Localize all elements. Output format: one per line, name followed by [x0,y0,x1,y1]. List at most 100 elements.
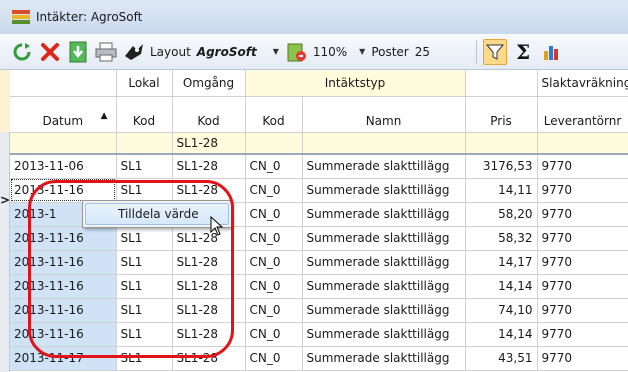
cell-leverantor[interactable]: 9770 [537,178,628,203]
cell-lokal[interactable]: SL1 [116,346,173,371]
cell-pris[interactable]: 43,51 [465,346,538,371]
cell-namn[interactable]: Summerade slakttillägg [302,178,466,203]
cell-datum[interactable]: 2013-11-16 [10,178,117,203]
table-row[interactable]: 2013-11-16 SL1 SL1-28 CN_0 Summerade slaktti… [10,226,628,251]
cell-pris[interactable]: 58,32 [465,226,538,251]
cell-namn[interactable]: Summerade slakttillägg [302,250,466,275]
layout-icon[interactable] [122,39,146,65]
group-header-omgang[interactable]: Omgång [172,70,246,97]
cell-leverantor[interactable]: 9770 [537,298,628,323]
cell-kod[interactable]: CN_0 [245,298,303,323]
refresh-icon[interactable] [10,39,34,65]
filter-cell-omgang[interactable]: SL1-28 [172,132,246,155]
cell-namn[interactable]: Summerade slakttillägg [302,154,466,179]
cell-namn[interactable]: Summerade slakttillägg [302,298,466,323]
print-icon[interactable] [94,39,118,65]
sum-icon[interactable]: Σ [511,39,535,65]
cell-leverantor[interactable]: 9770 [537,322,628,347]
filter-icon[interactable] [483,38,508,65]
delete-icon[interactable] [38,39,62,65]
chevron-down-icon[interactable]: ▼ [359,47,365,56]
cell-omgang[interactable]: SL1-28 [172,274,246,299]
cell-lokal[interactable]: SL1 [116,274,173,299]
column-header-leverantor[interactable]: Leverantörnr [537,96,628,133]
column-header-pris[interactable]: Pris [465,96,538,133]
cell-leverantor[interactable]: 9770 [537,226,628,251]
column-header-namn[interactable]: Namn [302,96,466,133]
cell-leverantor[interactable]: 9770 [537,346,628,371]
table-row[interactable]: 2013-11-16 SL1 SL1-28 CN_0 Summerade slaktti… [10,322,628,347]
filter-cell-lokal[interactable] [116,132,173,155]
cell-omgang[interactable]: SL1-28 [172,346,246,371]
context-menu-item-tilldela-varde[interactable]: Tilldela värde [85,203,229,225]
cell-datum[interactable]: 2013-11-16 [10,298,117,323]
table-row[interactable]: 2013-11-16 SL1 SL1-28 CN_0 Summerade slaktti… [10,178,628,203]
group-header-intaktstyp[interactable]: Intäktstyp [245,70,466,97]
cell-pris[interactable]: 14,14 [465,322,538,347]
cell-pris[interactable]: 14,11 [465,178,538,203]
cell-pris[interactable]: 14,17 [465,250,538,275]
cell-omgang[interactable]: SL1-28 [172,298,246,323]
table-row[interactable]: 2013-11-16 SL1 SL1-28 CN_0 Summerade slaktti… [10,298,628,323]
cell-pris[interactable]: 14,14 [465,274,538,299]
cell-pris[interactable]: 3176,53 [465,154,538,179]
column-header-datum[interactable]: ▲ Datum [10,96,117,133]
filter-cell-datum[interactable] [10,132,117,155]
filter-cell-kod[interactable] [245,132,303,155]
table-row[interactable]: 2013-11-06 SL1 SL1-28 CN_0 Summerade slaktti… [10,154,628,179]
cell-namn[interactable]: Summerade slakttillägg [302,274,466,299]
cell-datum[interactable]: 2013-11-16 [10,226,117,251]
export-icon[interactable] [66,39,90,65]
cell-namn[interactable]: Summerade slakttillägg [302,346,466,371]
cell-datum[interactable]: 2013-11-17 [10,346,117,371]
filter-cell-pris[interactable] [465,132,538,155]
poster-field[interactable]: 25 [415,45,430,59]
table-row[interactable]: 2013-11-16 SL1 SL1-28 CN_0 Summerade slaktti… [10,250,628,275]
cell-omgang[interactable]: SL1-28 [172,322,246,347]
cell-kod[interactable]: CN_0 [245,250,303,275]
zoom-icon[interactable] [285,39,309,65]
filter-cell-leverantor[interactable] [537,132,628,155]
cell-kod[interactable]: CN_0 [245,226,303,251]
cell-lokal[interactable]: SL1 [116,322,173,347]
column-header-lokal-kod[interactable]: Kod [116,96,173,133]
cell-omgang[interactable]: SL1-28 [172,226,246,251]
cell-lokal[interactable]: SL1 [116,250,173,275]
column-header-omgang-kod[interactable]: Kod [172,96,246,133]
cell-omgang[interactable]: SL1-28 [172,154,246,179]
cell-namn[interactable]: Summerade slakttillägg [302,226,466,251]
cell-namn[interactable]: Summerade slakttillägg [302,322,466,347]
cell-kod[interactable]: CN_0 [245,346,303,371]
layout-selector[interactable]: AgroSoft [197,45,257,59]
group-header-slaktavrakning[interactable]: Slaktavräkning [537,70,628,97]
cell-lokal[interactable]: SL1 [116,226,173,251]
cell-leverantor[interactable]: 9770 [537,154,628,179]
cell-lokal[interactable]: SL1 [116,154,173,179]
group-header-lokal[interactable]: Lokal [116,70,173,97]
cell-lokal[interactable]: SL1 [116,178,173,203]
column-header-typ-kod[interactable]: Kod [245,96,303,133]
cell-namn[interactable]: Summerade slakttillägg [302,202,466,227]
chart-icon[interactable] [539,39,563,65]
cell-kod[interactable]: CN_0 [245,202,303,227]
chevron-down-icon[interactable]: ▼ [273,47,279,56]
cell-datum[interactable]: 2013-11-16 [10,274,117,299]
cell-leverantor[interactable]: 9770 [537,250,628,275]
cell-datum[interactable]: 2013-11-16 [10,250,117,275]
filter-cell-namn[interactable] [302,132,466,155]
table-row[interactable]: 2013-11-17 SL1 SL1-28 CN_0 Summerade slaktti… [10,346,628,371]
cell-datum[interactable]: 2013-11-06 [10,154,117,179]
cell-leverantor[interactable]: 9770 [537,274,628,299]
zoom-value[interactable]: 110% [313,45,347,59]
table-row[interactable]: 2013-11-16 SL1 SL1-28 CN_0 Summerade slaktti… [10,274,628,299]
cell-kod[interactable]: CN_0 [245,154,303,179]
cell-pris[interactable]: 58,20 [465,202,538,227]
cell-kod[interactable]: CN_0 [245,322,303,347]
cell-lokal[interactable]: SL1 [116,298,173,323]
cell-leverantor[interactable]: 9770 [537,202,628,227]
cell-omgang[interactable]: SL1-28 [172,250,246,275]
cell-pris[interactable]: 74,10 [465,298,538,323]
cell-datum[interactable]: 2013-11-16 [10,322,117,347]
cell-kod[interactable]: CN_0 [245,178,303,203]
cell-kod[interactable]: CN_0 [245,274,303,299]
